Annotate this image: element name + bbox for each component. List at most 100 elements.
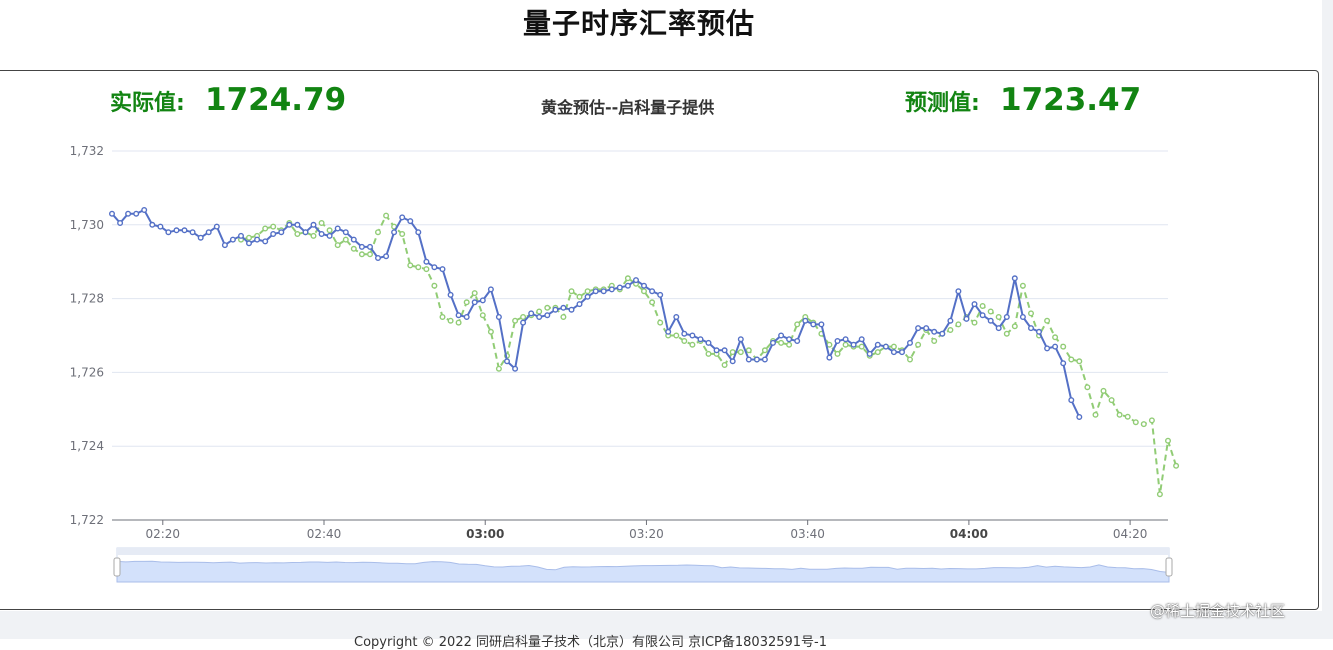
predicted-series-point [673, 332, 680, 339]
actual-series-point [979, 312, 986, 319]
actual-series-point [729, 358, 736, 365]
actual-series-point [899, 349, 906, 356]
predicted-series-point [1060, 343, 1067, 350]
predicted-series-point [979, 303, 986, 310]
predicted-series-point [931, 338, 938, 345]
predicted-series-point [729, 349, 736, 356]
predicted-series-point [334, 242, 341, 249]
predicted-series-point [536, 308, 543, 315]
predicted-series-point [415, 264, 422, 271]
actual-series-point [149, 221, 156, 228]
actual-series-point [641, 282, 648, 289]
actual-series-point [141, 206, 148, 213]
actual-series-point [286, 221, 293, 228]
actual-series-point [939, 330, 946, 337]
actual-series-point [504, 358, 511, 365]
actual-series-point [108, 210, 115, 217]
zoom-handle-left[interactable] [113, 557, 121, 577]
actual-series-point [391, 229, 398, 236]
predicted-series-point [786, 341, 793, 348]
actual-series-point [649, 288, 656, 295]
actual-series-point [810, 321, 817, 328]
actual-series-point [592, 288, 599, 295]
actual-series-point [1060, 360, 1067, 367]
actual-series-point [342, 229, 349, 236]
predicted-series-point [657, 319, 664, 326]
predicted-series-point [842, 341, 849, 348]
actual-series-point [520, 319, 527, 326]
actual-series-point [995, 325, 1002, 332]
predicted-series-point [1052, 334, 1059, 341]
actual-series-point [1003, 314, 1010, 321]
actual-series-point [600, 288, 607, 295]
actual-series-point [802, 317, 809, 324]
predicted-series-point [342, 236, 349, 243]
predicted-series-point [1084, 384, 1091, 391]
actual-series-point [544, 312, 551, 319]
predicted-series-point [568, 288, 575, 295]
actual-series-point [794, 338, 801, 345]
predicted-series-point [858, 343, 865, 350]
predicted-series-point [431, 282, 438, 289]
actual-series-point [237, 232, 244, 239]
predicted-series-point [520, 314, 527, 321]
actual-series-point [552, 306, 559, 313]
predicted-series-point [1124, 413, 1131, 420]
actual-series-point [318, 230, 325, 237]
actual-series-point [624, 282, 631, 289]
predicted-series-point [487, 328, 494, 335]
y-tick-label: 1,722 [70, 513, 104, 527]
predicted-series-point [512, 317, 519, 324]
y-tick-label: 1,732 [70, 144, 104, 158]
actual-series-point [117, 219, 124, 226]
actual-series-point [882, 343, 889, 350]
predicted-series-point [350, 245, 357, 252]
predicted-series-point [439, 314, 446, 321]
actual-series-point [367, 243, 374, 250]
actual-series-point [399, 214, 406, 221]
predicted-series-point [544, 304, 551, 311]
actual-series-point [278, 229, 285, 236]
predicted-series-point [624, 275, 631, 282]
actual-series-point [931, 328, 938, 335]
actual-series-point [987, 317, 994, 324]
actual-series-point [262, 238, 269, 245]
actual-series-point [334, 225, 341, 232]
actual-series-point [826, 354, 833, 361]
zoom-handle-right[interactable] [1165, 557, 1173, 577]
actual-series-point [302, 229, 309, 236]
actual-series-point [858, 336, 865, 343]
data-zoom-slider[interactable] [113, 547, 1173, 583]
predicted-series-point [705, 350, 712, 357]
actual-series-point [479, 297, 486, 304]
y-tick-label: 1,730 [70, 218, 104, 232]
predicted-series-point [1068, 356, 1075, 363]
zoom-top-bar[interactable] [117, 548, 1169, 555]
predicted-series-point [584, 288, 591, 295]
predicted-series-point [971, 319, 978, 326]
actual-series-point [874, 341, 881, 348]
actual-series-point [665, 328, 672, 335]
predicted-series-point [358, 251, 365, 258]
actual-series-point [608, 286, 615, 293]
x-tick-label: 03:00 [466, 527, 504, 541]
predicted-series-point [778, 339, 785, 346]
actual-series-point [673, 314, 680, 321]
x-axis: 02:20 02:40 03:00 03:20 03:40 04:00 04:20 [112, 519, 1168, 541]
predicted-series-point [681, 338, 688, 345]
predicted-series-point [1011, 323, 1018, 330]
actual-series-point [923, 325, 930, 332]
predicted-series-point [270, 223, 277, 230]
actual-series-point [350, 236, 357, 243]
predicted-series-point [649, 299, 656, 306]
predicted-series-point [1003, 330, 1010, 337]
x-tick-label: 04:00 [950, 527, 988, 541]
actual-series-point [447, 291, 454, 298]
actual-series-point [584, 293, 591, 300]
actual-series-point [213, 223, 220, 230]
actual-series-point [310, 221, 317, 228]
predicted-series-point [1108, 397, 1115, 404]
actual-series-point [1052, 343, 1059, 350]
predicted-series-point [375, 229, 382, 236]
predicted-series-point [955, 321, 962, 328]
